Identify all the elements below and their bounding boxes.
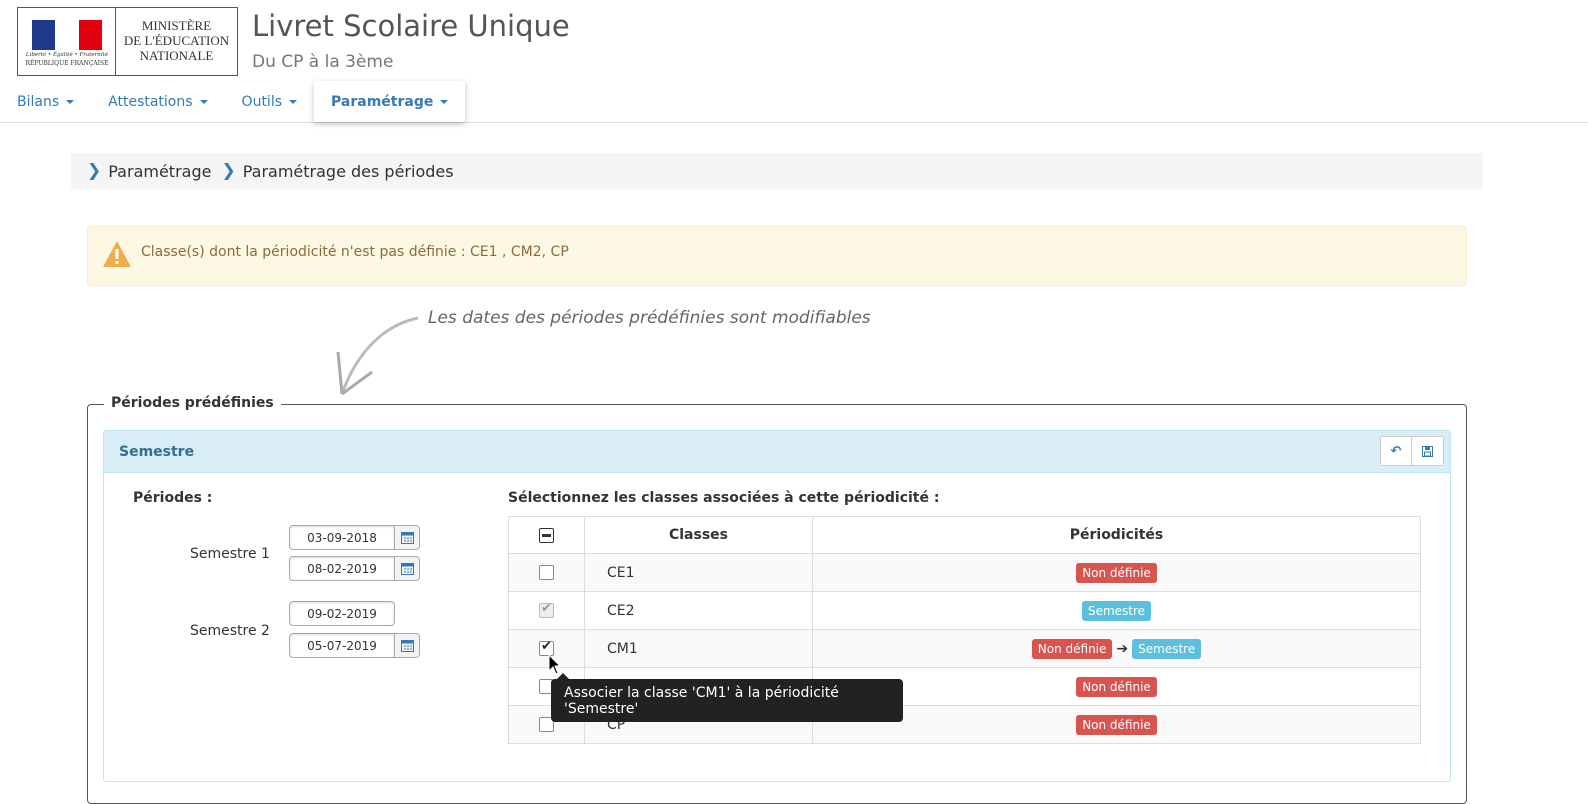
date-input[interactable]: 08-02-2019 (289, 556, 395, 581)
class-name: CM1 (584, 629, 813, 668)
date-start-field: 09-02-2019 (289, 601, 395, 626)
nav-attestations[interactable]: Attestations (91, 81, 224, 122)
fieldset-legend: Périodes prédéfinies (104, 395, 281, 411)
table-row: ✔ CE2 Semestre (508, 591, 1421, 630)
nav-outils[interactable]: Outils (225, 81, 314, 122)
undo-button[interactable]: ↶ (1380, 436, 1412, 466)
class-name: CE2 (584, 591, 813, 630)
date-input[interactable]: 09-02-2019 (289, 601, 395, 626)
save-button[interactable] (1412, 436, 1444, 466)
breadcrumb-current: Paramétrage des périodes (242, 161, 454, 181)
periods-label: Périodes : (133, 490, 213, 506)
status-badge: Non définie (1076, 562, 1157, 583)
status-badge: Semestre (1132, 638, 1202, 659)
status-badge: Non définie (1031, 638, 1113, 659)
date-input[interactable]: 05-07-2019 (289, 633, 395, 658)
hint-arrow-icon (336, 316, 419, 396)
alert-text: Classe(s) dont la périodicité n'est pas … (141, 244, 569, 260)
table-row: CE1 Non définie (508, 553, 1421, 592)
table-header: Classes Périodicités (508, 516, 1421, 554)
main-nav: Bilans Attestations Outils Paramétrage (0, 81, 466, 123)
date-start-field: 03-09-2018 (289, 525, 420, 550)
undo-icon: ↶ (1390, 443, 1402, 459)
chevron-right-icon: ❯ (221, 161, 236, 181)
status-badge: Non définie (1076, 676, 1157, 697)
ministry-name: MINISTÈRE DE L'ÉDUCATION NATIONALE (123, 18, 230, 63)
caret-down-icon (199, 99, 208, 104)
republic-flag-logo: Liberté • Égalité • Fraternité RÉPUBLIQU… (18, 8, 116, 75)
logo-republic: RÉPUBLIQUE FRANÇAISE (25, 60, 109, 67)
date-end-field: 08-02-2019 (289, 556, 420, 581)
tooltip: Associer la classe 'CM1' à la périodicit… (551, 673, 903, 722)
period-name: Semestre 2 (190, 623, 270, 639)
chevron-right-icon: ❯ (87, 161, 102, 181)
class-name: CE1 (584, 553, 813, 592)
ministry-logo: Liberté • Égalité • Fraternité RÉPUBLIQU… (17, 7, 238, 76)
class-checkbox: ✔ (539, 601, 554, 618)
logo-motto: Liberté • Égalité • Fraternité (25, 52, 109, 58)
status-badge: Semestre (1081, 600, 1152, 621)
caret-down-icon (289, 99, 298, 104)
status-badge: Non définie (1076, 714, 1157, 735)
calendar-icon[interactable] (395, 556, 420, 581)
column-header: Périodicités (812, 516, 1421, 554)
period-name: Semestre 1 (190, 546, 270, 562)
app-subtitle: Du CP à la 3ème (252, 52, 394, 72)
header: Liberté • Égalité • Fraternité RÉPUBLIQU… (0, 0, 1588, 123)
class-checkbox[interactable] (539, 565, 554, 580)
panel-title: Semestre (119, 443, 195, 460)
column-header: Classes (584, 516, 813, 554)
panel-heading: Semestre ↶ (104, 431, 1450, 473)
date-input[interactable]: 03-09-2018 (289, 525, 395, 550)
breadcrumb-item[interactable]: Paramétrage (108, 162, 211, 181)
caret-down-icon (440, 99, 449, 104)
hint-text: Les dates des périodes prédéfinies sont … (428, 308, 871, 328)
breadcrumb: ❯ Paramétrage ❯ Paramétrage des périodes (71, 153, 1483, 189)
warning-alert: Classe(s) dont la périodicité n'est pas … (87, 226, 1467, 286)
select-all-checkbox[interactable] (539, 527, 554, 543)
nav-parametrage[interactable]: Paramétrage (314, 81, 466, 122)
calendar-icon[interactable] (395, 633, 420, 658)
warning-icon (103, 241, 131, 267)
nav-bilans[interactable]: Bilans (0, 81, 91, 122)
floppy-icon (1422, 445, 1433, 457)
mouse-cursor-icon (548, 654, 562, 675)
calendar-icon[interactable] (395, 525, 420, 550)
classes-title: Sélectionnez les classes associées à cet… (508, 490, 940, 506)
caret-down-icon (66, 99, 75, 104)
arrow-right-icon: ➔ (1116, 640, 1129, 657)
panel-actions: ↶ (1380, 436, 1444, 466)
table-row: ✔ CM1 Non définie ➔ Semestre (508, 629, 1421, 668)
app-title: Livret Scolaire Unique (252, 9, 570, 43)
date-end-field: 05-07-2019 (289, 633, 420, 658)
